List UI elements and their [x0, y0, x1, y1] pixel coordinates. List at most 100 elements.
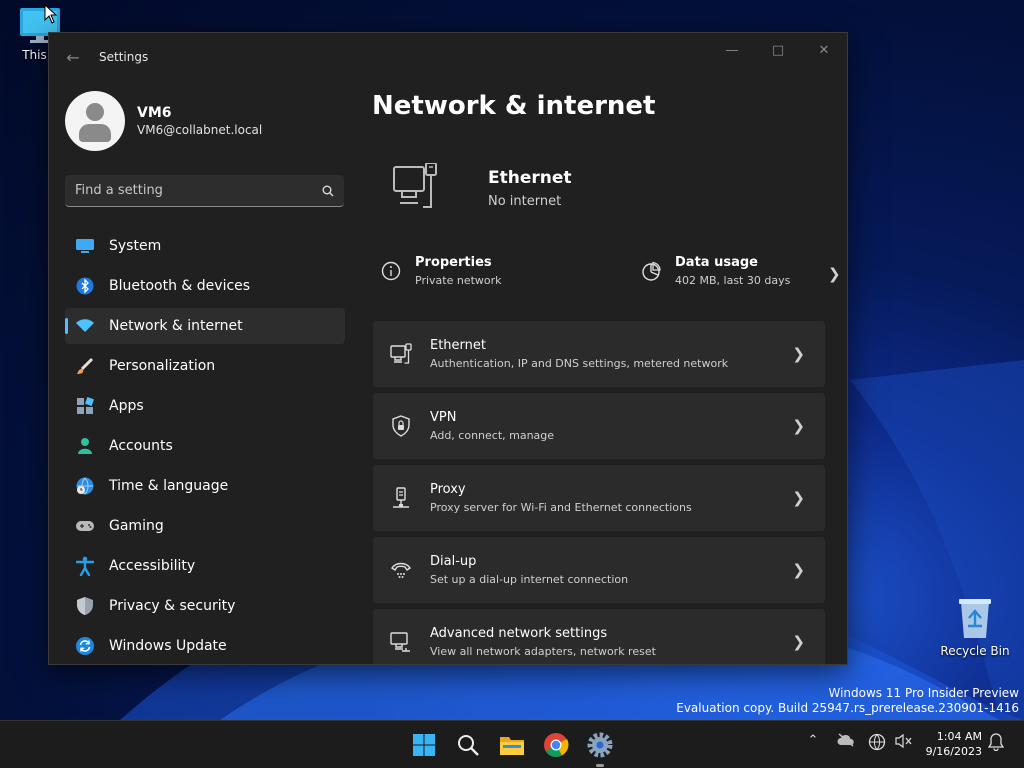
- sidebar-item-apps[interactable]: Apps: [65, 388, 345, 424]
- search-input[interactable]: [75, 183, 322, 198]
- user-profile[interactable]: VM6 VM6@collabnet.local: [65, 91, 262, 151]
- mouse-cursor-icon: [44, 4, 58, 24]
- recycle-bin-desktop-icon[interactable]: Recycle Bin: [935, 596, 1015, 658]
- properties-title: Properties: [415, 255, 492, 270]
- sidebar-item-label: Gaming: [109, 518, 164, 534]
- settings-window: ← Settings — □ ✕ VM6 VM6@collabnet.local: [48, 32, 848, 665]
- accessibility-icon: [75, 556, 95, 576]
- sidebar-item-personalization[interactable]: Personalization: [65, 348, 345, 384]
- chevron-right-icon: ❯: [792, 633, 805, 651]
- sidebar-item-accounts[interactable]: Accounts: [65, 428, 345, 464]
- recycle-bin-icon: [959, 599, 991, 638]
- back-button[interactable]: ←: [49, 33, 97, 81]
- card-subtitle: Proxy server for Wi-Fi and Ethernet conn…: [430, 501, 692, 514]
- folder-icon: [500, 737, 524, 755]
- cloud-offline-icon: [837, 733, 854, 747]
- bell-icon: [988, 733, 1004, 751]
- chevron-right-icon: ❯: [792, 489, 805, 507]
- close-button[interactable]: ✕: [801, 33, 847, 67]
- card-subtitle: Authentication, IP and DNS settings, met…: [430, 357, 729, 370]
- properties-button[interactable]: Properties Private network: [379, 255, 502, 287]
- chrome-icon: [544, 733, 569, 758]
- maximize-button[interactable]: □: [755, 33, 801, 67]
- sidebar-item-label: Bluetooth & devices: [109, 278, 251, 294]
- card-title: Advanced network settings: [430, 626, 608, 641]
- close-icon: ✕: [818, 42, 830, 58]
- volume-tray-button[interactable]: [893, 733, 913, 749]
- card-title: VPN: [430, 410, 457, 425]
- gear-icon: [587, 732, 613, 758]
- sidebar-item-windows-update[interactable]: Windows Update: [65, 628, 345, 664]
- globe-clock-icon: [75, 476, 95, 496]
- title-bar[interactable]: ← Settings — □ ✕: [49, 33, 847, 81]
- sidebar-item-label: Time & language: [109, 478, 229, 494]
- page-title: Network & internet: [372, 91, 656, 121]
- proxy-icon: [390, 487, 412, 509]
- sidebar-item-bluetooth[interactable]: Bluetooth & devices: [65, 268, 345, 304]
- minimize-icon: —: [725, 42, 739, 58]
- vpn-card[interactable]: VPN Add, connect, manage ❯: [373, 393, 825, 459]
- window-controls: — □ ✕: [709, 33, 847, 67]
- clock[interactable]: 1:04 AM 9/16/2023: [918, 729, 982, 759]
- ethernet-hero: Ethernet No internet: [392, 163, 572, 213]
- sidebar-item-network[interactable]: Network & internet: [65, 308, 345, 344]
- gamepad-icon: [75, 516, 95, 536]
- recycle-bin-label: Recycle Bin: [940, 644, 1010, 658]
- network-tray-button[interactable]: [867, 733, 887, 751]
- start-button[interactable]: [408, 729, 440, 761]
- ethernet-monitor-icon: [393, 163, 437, 208]
- sidebar-item-label: Privacy & security: [109, 598, 236, 614]
- network-settings-list: Ethernet Authentication, IP and DNS sett…: [373, 321, 825, 664]
- onedrive-tray-button[interactable]: [836, 733, 856, 747]
- back-arrow-icon: ←: [66, 47, 80, 67]
- data-usage-button[interactable]: Data usage 402 MB, last 30 days: [639, 255, 790, 287]
- profile-email: VM6@collabnet.local: [137, 123, 263, 137]
- hero-connection-name: Ethernet: [488, 167, 572, 188]
- card-title: Ethernet: [430, 338, 486, 353]
- apps-icon: [75, 396, 95, 416]
- sidebar-item-label: Accessibility: [109, 558, 196, 574]
- minimize-button[interactable]: —: [709, 33, 755, 67]
- file-explorer-button[interactable]: [496, 729, 528, 761]
- dialup-card[interactable]: Dial-up Set up a dial-up internet connec…: [373, 537, 825, 603]
- chevron-right-icon: ❯: [792, 345, 805, 363]
- profile-name: VM6: [137, 105, 172, 121]
- clock-date: 9/16/2023: [925, 745, 982, 758]
- dialup-icon: [390, 559, 412, 581]
- sidebar-item-gaming[interactable]: Gaming: [65, 508, 345, 544]
- maximize-icon: □: [771, 42, 785, 58]
- brush-icon: [75, 356, 95, 376]
- taskbar-search-button[interactable]: [452, 729, 484, 761]
- properties-subtitle: Private network: [415, 274, 502, 287]
- avatar[interactable]: [65, 91, 125, 151]
- card-subtitle: View all network adapters, network reset: [430, 645, 656, 658]
- chevron-right-icon: ❯: [792, 417, 805, 435]
- sidebar-item-accessibility[interactable]: Accessibility: [65, 548, 345, 584]
- ethernet-card[interactable]: Ethernet Authentication, IP and DNS sett…: [373, 321, 825, 387]
- bluetooth-icon: [75, 276, 95, 296]
- sidebar-item-label: Accounts: [109, 438, 173, 454]
- search-box[interactable]: [65, 175, 344, 207]
- sidebar-item-label: Personalization: [109, 358, 216, 374]
- sidebar-item-privacy-security[interactable]: Privacy & security: [65, 588, 345, 624]
- windows-logo-icon: [413, 734, 435, 756]
- card-subtitle: Add, connect, manage: [430, 429, 555, 442]
- notifications-button[interactable]: [987, 733, 1005, 751]
- show-hidden-icons-button[interactable]: ⌃: [804, 733, 822, 748]
- sidebar-item-system[interactable]: System: [65, 228, 345, 264]
- sidebar-item-time-language[interactable]: Time & language: [65, 468, 345, 504]
- chevron-right-icon: ❯: [828, 265, 841, 283]
- info-icon: [379, 261, 403, 281]
- volume-muted-icon: [895, 733, 912, 749]
- advanced-network-settings-card[interactable]: Advanced network settings View all netwo…: [373, 609, 825, 664]
- data-usage-title: Data usage: [675, 255, 758, 270]
- os-watermark: Windows 11 Pro Insider Preview Evaluatio…: [676, 686, 1019, 716]
- card-subtitle: Set up a dial-up internet connection: [430, 573, 629, 586]
- chevron-right-icon: ❯: [792, 561, 805, 579]
- globe-network-icon: [868, 733, 886, 751]
- sidebar-item-label: Network & internet: [109, 318, 243, 334]
- running-indicator: [596, 764, 604, 767]
- chrome-button[interactable]: [540, 729, 572, 761]
- settings-taskbar-button[interactable]: [584, 729, 616, 761]
- proxy-card[interactable]: Proxy Proxy server for Wi-Fi and Etherne…: [373, 465, 825, 531]
